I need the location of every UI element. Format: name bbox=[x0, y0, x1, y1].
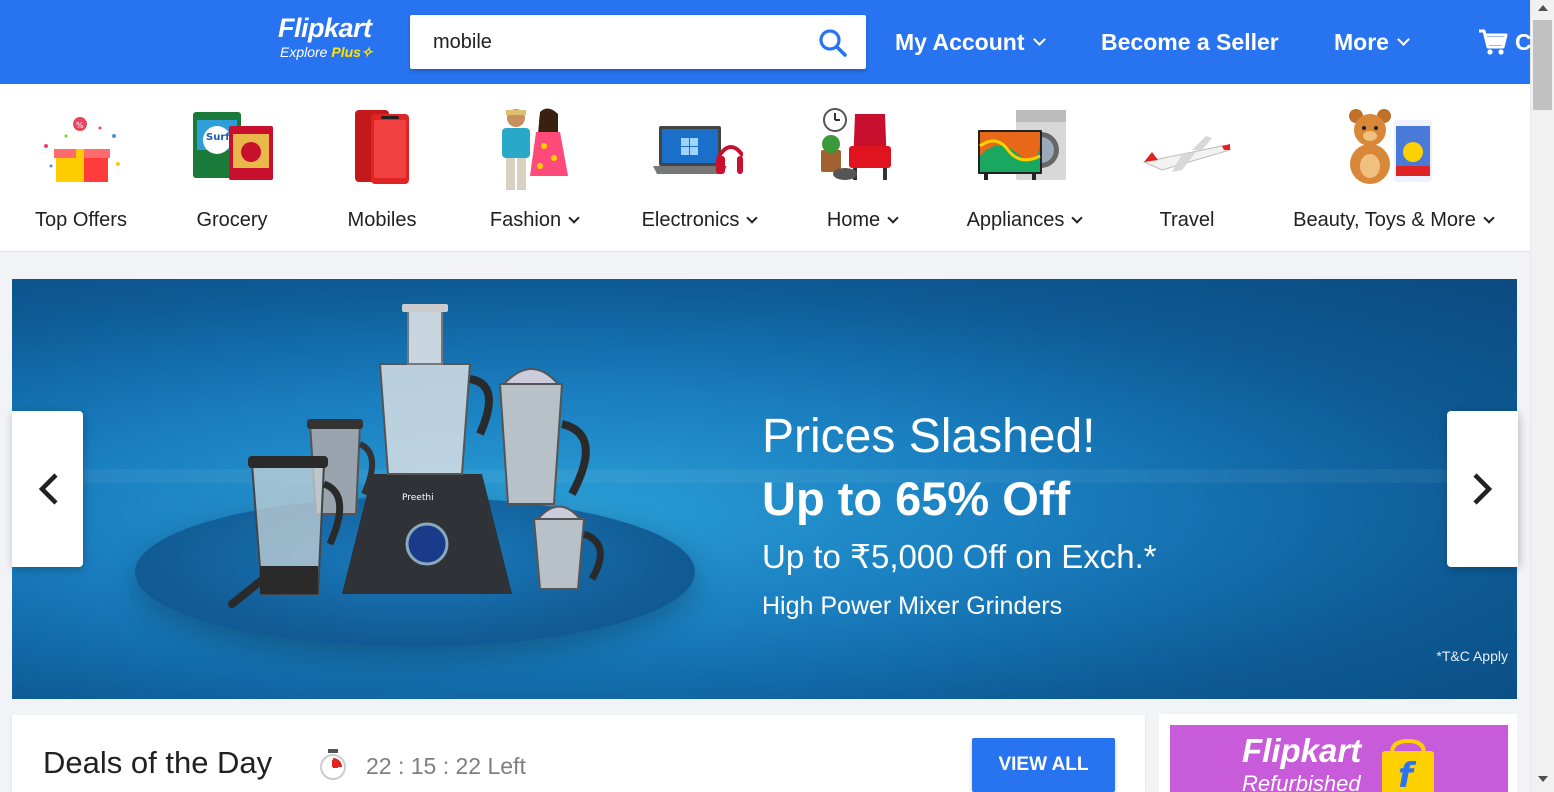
category-mobiles[interactable]: Mobiles bbox=[340, 84, 424, 252]
logo-plus: Plus bbox=[331, 44, 361, 60]
flipkart-logo[interactable]: Flipkart Explore Plus✧ bbox=[278, 12, 373, 60]
category-appliances[interactable]: Appliances bbox=[960, 84, 1088, 252]
cart-icon[interactable] bbox=[1478, 28, 1508, 56]
banner-description: High Power Mixer Grinders bbox=[762, 592, 1063, 620]
deals-timer: 22 : 15 : 22 Left bbox=[366, 753, 526, 779]
search-icon[interactable] bbox=[818, 28, 848, 58]
fashion-icon bbox=[502, 108, 568, 190]
category-home[interactable]: Home bbox=[820, 84, 904, 252]
scroll-up-arrow-icon[interactable] bbox=[1538, 5, 1548, 11]
category-beauty-toys[interactable]: Beauty, Toys & More bbox=[1288, 84, 1498, 252]
chevron-down-icon bbox=[1397, 33, 1410, 46]
my-account-label: My Account bbox=[895, 29, 1025, 55]
chevron-down-icon bbox=[746, 212, 759, 224]
category-travel[interactable]: Travel bbox=[1140, 84, 1234, 252]
more-label: More bbox=[1334, 29, 1389, 55]
banner-exchange: Up to ₹5,000 Off on Exch.* bbox=[762, 538, 1157, 575]
banner-terms: *T&C Apply bbox=[1436, 648, 1508, 664]
banner-title: Prices Slashed! bbox=[762, 410, 1096, 463]
home-furniture-icon bbox=[821, 108, 891, 180]
category-label: Mobiles bbox=[347, 209, 417, 231]
logo-tagline: Explore Plus✧ bbox=[280, 44, 373, 60]
banner-offer: Up to 65% Off bbox=[762, 472, 1071, 525]
chevron-down-icon bbox=[1071, 212, 1084, 224]
logo-text: Flipkart bbox=[278, 13, 372, 43]
cart-label[interactable]: Cart bbox=[1515, 27, 1530, 57]
deals-of-the-day-section: Deals of the Day 22 : 15 : 22 Left VIEW … bbox=[12, 715, 1145, 792]
category-grocery[interactable]: Surf Grocery bbox=[186, 84, 278, 252]
page-scrollbar[interactable] bbox=[1530, 0, 1554, 792]
chevron-down-icon bbox=[887, 212, 899, 224]
scroll-thumb[interactable] bbox=[1533, 20, 1552, 110]
svg-text:%: % bbox=[76, 121, 84, 130]
plus-star-icon: ✧ bbox=[360, 44, 373, 60]
shopping-bag-icon: f bbox=[1382, 739, 1434, 792]
tv-washer-icon bbox=[978, 110, 1066, 180]
refurbished-sub: Refurbished bbox=[1242, 771, 1361, 792]
logo-explore: Explore bbox=[280, 44, 328, 60]
mixer-grinder-image: Preethi bbox=[228, 304, 604, 608]
refurbished-logo: Flipkart bbox=[1242, 732, 1362, 769]
category-label: Appliances bbox=[967, 208, 1084, 232]
chevron-right-icon bbox=[1473, 473, 1493, 505]
category-electronics[interactable]: Electronics bbox=[635, 84, 763, 252]
carousel-prev-button[interactable] bbox=[12, 411, 83, 567]
chevron-left-icon bbox=[38, 473, 58, 505]
mobile-phone-icon bbox=[355, 110, 409, 184]
view-all-button[interactable]: VIEW ALL bbox=[972, 738, 1115, 792]
category-fashion[interactable]: Fashion bbox=[484, 84, 584, 252]
hero-banner[interactable]: Preethi Prices Slashed! Up to 65% Off Up… bbox=[12, 279, 1517, 699]
category-label: Top Offers bbox=[35, 209, 127, 231]
category-label: Electronics bbox=[642, 208, 759, 232]
chevron-down-icon bbox=[568, 212, 580, 224]
become-seller-link[interactable]: Become a Seller bbox=[1101, 27, 1279, 57]
search-bar bbox=[410, 15, 866, 69]
top-header: Flipkart Explore Plus✧ My Account Become… bbox=[0, 0, 1530, 84]
refurbished-ad[interactable]: Flipkart Refurbished f bbox=[1159, 714, 1517, 792]
category-label: Travel bbox=[1159, 209, 1215, 231]
category-top-offers[interactable]: % Top Offers bbox=[26, 84, 136, 252]
laptop-headphones-icon bbox=[653, 126, 743, 174]
deals-title: Deals of the Day bbox=[43, 745, 273, 780]
category-bar: % Top Offers Surf Grocery Mobiles Fashio… bbox=[0, 84, 1530, 252]
category-label: Beauty, Toys & More bbox=[1293, 208, 1495, 232]
category-label: Fashion bbox=[490, 208, 580, 232]
banner-product-brand: Preethi bbox=[402, 493, 434, 503]
scroll-down-arrow-icon[interactable] bbox=[1538, 776, 1548, 782]
more-menu[interactable]: More bbox=[1334, 27, 1410, 57]
chevron-down-icon bbox=[1032, 33, 1046, 46]
chevron-down-icon bbox=[1483, 212, 1495, 224]
svg-text:Surf: Surf bbox=[206, 132, 230, 143]
carousel-next-button[interactable] bbox=[1447, 411, 1518, 567]
refurbished-banner: Flipkart Refurbished f bbox=[1170, 725, 1508, 792]
teddy-bear-icon bbox=[1349, 109, 1432, 184]
category-label: Home bbox=[827, 208, 899, 232]
my-account-menu[interactable]: My Account bbox=[895, 27, 1046, 57]
search-input[interactable] bbox=[410, 15, 800, 69]
clock-icon bbox=[320, 749, 346, 780]
grocery-icon: Surf bbox=[193, 112, 273, 180]
airplane-icon bbox=[1142, 136, 1231, 172]
gift-offer-icon: % bbox=[44, 117, 120, 182]
category-label: Grocery bbox=[196, 209, 268, 231]
